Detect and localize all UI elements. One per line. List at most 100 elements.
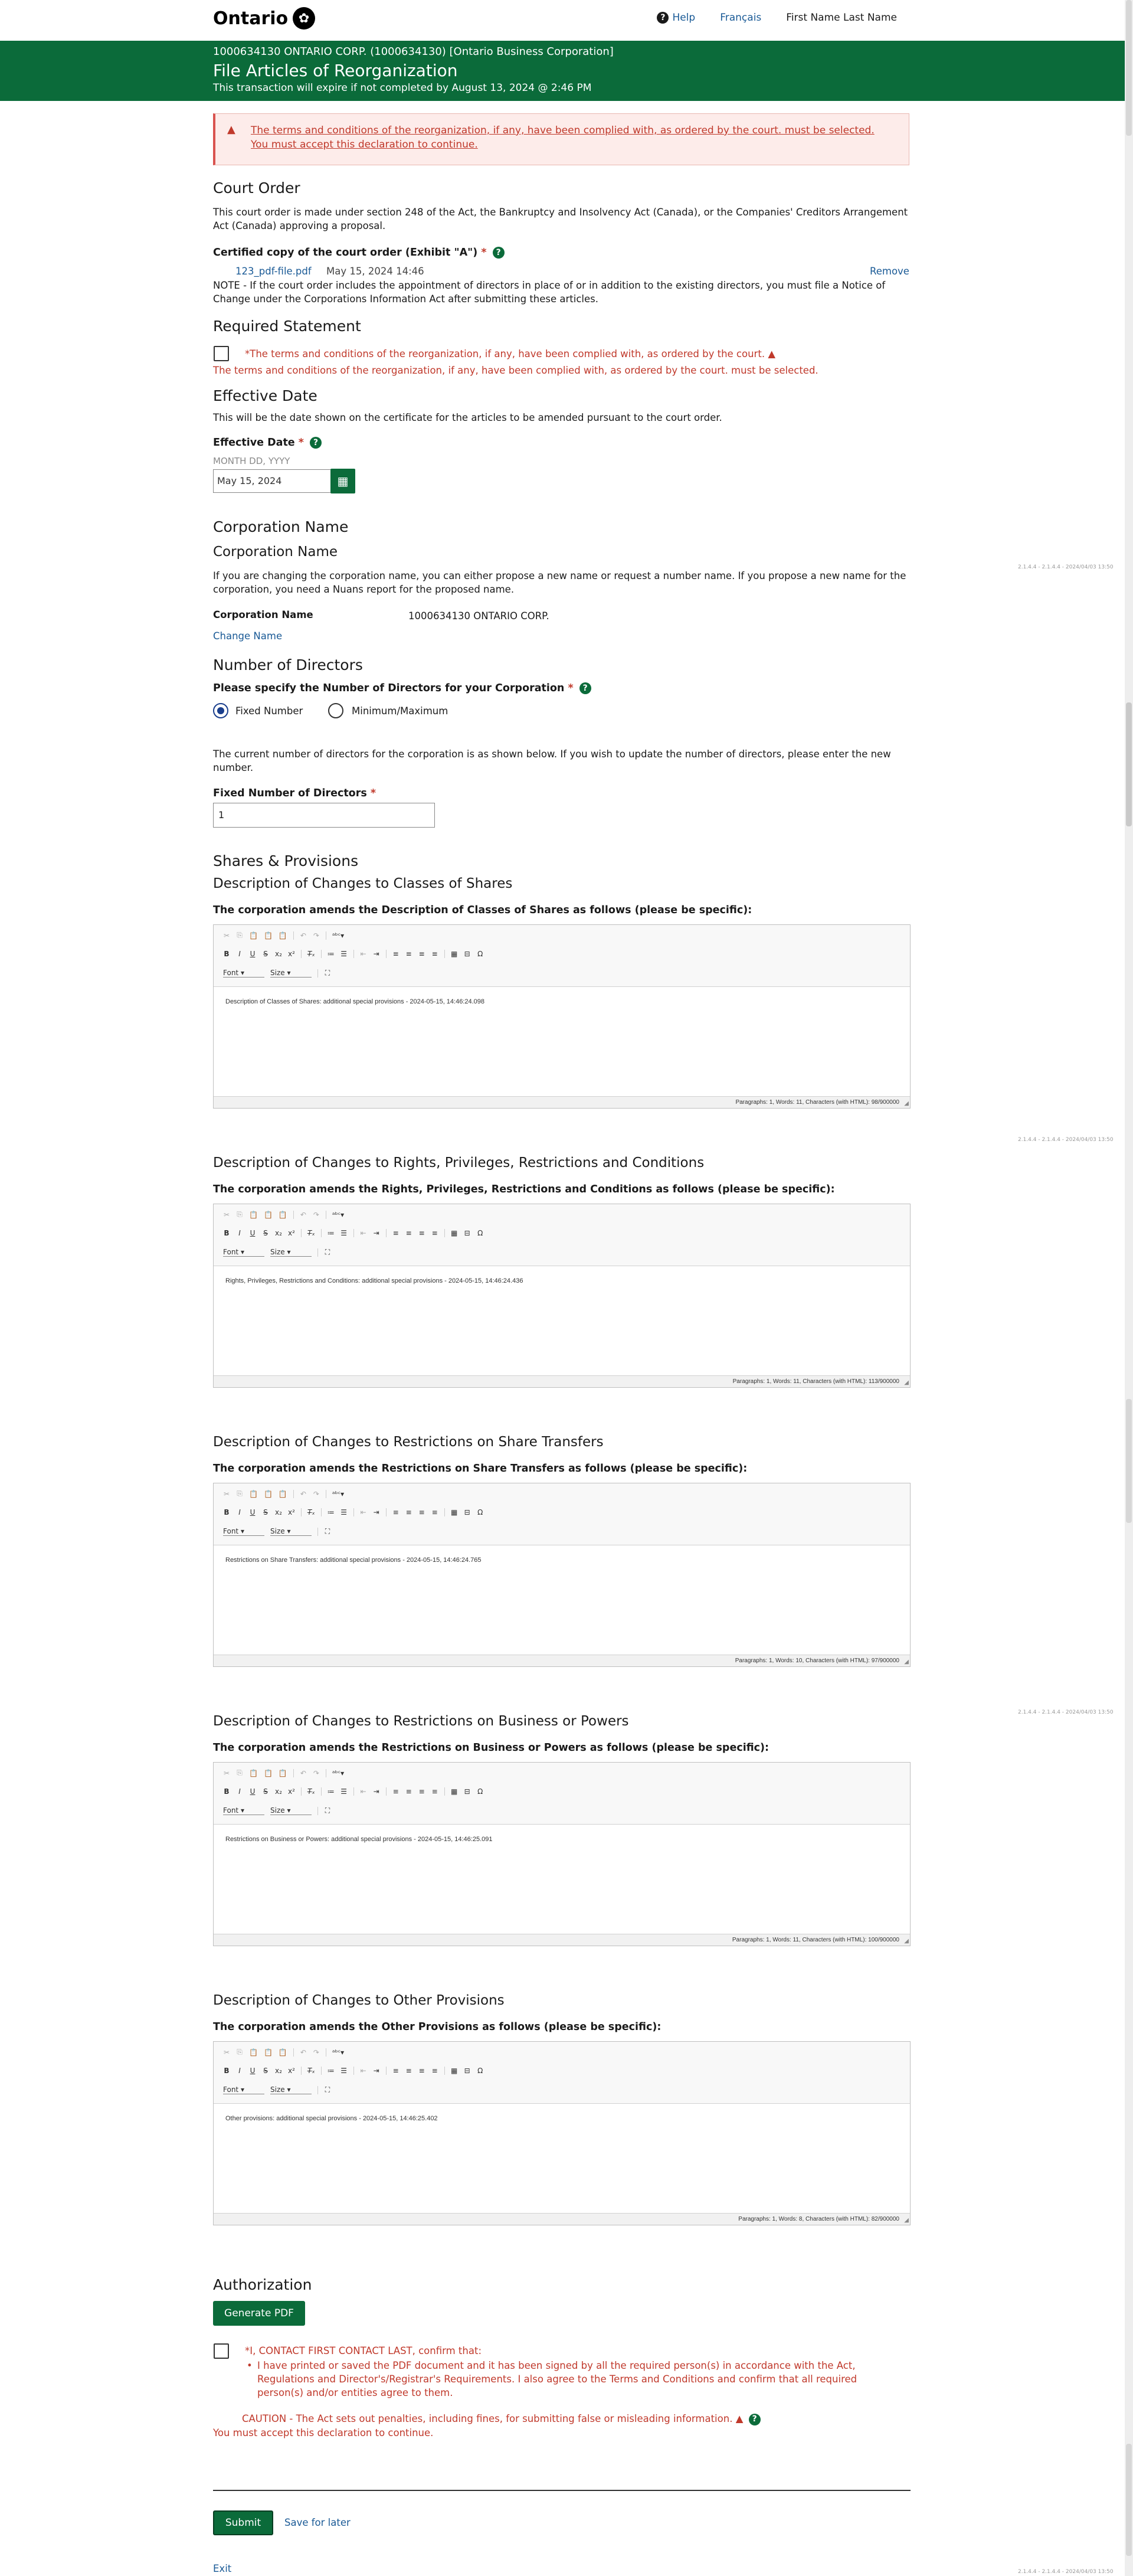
- spellcheck-icon[interactable]: ᵃᵇᶜ▾: [332, 931, 344, 940]
- font-dropdown[interactable]: Font ▾: [223, 1806, 264, 1815]
- copy-icon[interactable]: ⎘: [236, 1489, 243, 1498]
- align-justify-icon[interactable]: ≡: [431, 950, 438, 958]
- italic-icon[interactable]: I: [236, 1229, 243, 1237]
- resize-grip-icon[interactable]: ◢: [904, 2217, 909, 2224]
- special-char-icon[interactable]: Ω: [477, 1787, 484, 1796]
- help-icon[interactable]: ?: [492, 247, 505, 259]
- help-icon[interactable]: ?: [579, 682, 591, 694]
- align-left-icon[interactable]: ≡: [392, 1508, 400, 1516]
- generate-pdf-button[interactable]: Generate PDF: [213, 2301, 305, 2326]
- clear-format-icon[interactable]: T̶ₓ: [307, 1508, 315, 1516]
- size-dropdown[interactable]: Size ▾: [270, 2085, 312, 2094]
- align-right-icon[interactable]: ≡: [418, 950, 425, 958]
- redo-icon[interactable]: ↷: [313, 1490, 320, 1498]
- editor-content[interactable]: Restrictions on Share Transfers: additio…: [225, 1557, 482, 1564]
- paste-text-icon[interactable]: 📋: [264, 1490, 273, 1498]
- italic-icon[interactable]: I: [236, 1508, 243, 1516]
- effective-date-input[interactable]: May 15, 2024: [213, 469, 331, 493]
- table-icon[interactable]: ▦: [451, 1787, 458, 1796]
- exit-link[interactable]: Exit: [213, 2562, 231, 2575]
- user-name[interactable]: First Name Last Name: [786, 12, 897, 24]
- indent-icon[interactable]: ⇥: [373, 2067, 380, 2075]
- align-left-icon[interactable]: ≡: [392, 2067, 400, 2075]
- superscript-icon[interactable]: x²: [288, 1229, 295, 1237]
- horizontal-line-icon[interactable]: ⊟: [464, 1787, 471, 1796]
- italic-icon[interactable]: I: [236, 950, 243, 958]
- alert-error-link[interactable]: The terms and conditions of the reorgani…: [251, 125, 875, 136]
- spellcheck-icon[interactable]: ᵃᵇᶜ▾: [332, 2048, 344, 2057]
- paste-icon[interactable]: 📋: [249, 1211, 258, 1219]
- outdent-icon[interactable]: ⇤: [360, 2067, 367, 2075]
- numbered-list-icon[interactable]: ≔: [328, 1229, 335, 1237]
- subscript-icon[interactable]: x₂: [275, 1787, 282, 1796]
- special-char-icon[interactable]: Ω: [477, 950, 484, 958]
- fixed-directors-input[interactable]: 1: [213, 803, 435, 828]
- font-dropdown[interactable]: Font ▾: [223, 1248, 264, 1257]
- superscript-icon[interactable]: x²: [288, 950, 295, 958]
- cut-icon[interactable]: ✂: [223, 1211, 230, 1219]
- copy-icon[interactable]: ⎘: [236, 931, 243, 940]
- strikethrough-icon[interactable]: S: [262, 1508, 269, 1516]
- spellcheck-icon[interactable]: ᵃᵇᶜ▾: [332, 1490, 344, 1498]
- bulleted-list-icon[interactable]: ☰: [340, 950, 348, 958]
- maximize-icon[interactable]: ⛶: [324, 969, 331, 978]
- copy-icon[interactable]: ⎘: [236, 2048, 243, 2057]
- help-icon[interactable]: ?: [748, 2413, 761, 2425]
- maximize-icon[interactable]: ⛶: [324, 2085, 331, 2094]
- file-link[interactable]: 123_pdf-file.pdf: [235, 264, 312, 278]
- ontario-logo[interactable]: Ontario ✿: [213, 7, 316, 30]
- paste-icon[interactable]: 📋: [249, 1769, 258, 1777]
- align-right-icon[interactable]: ≡: [418, 2067, 425, 2075]
- rich-text-editor[interactable]: ✂ ⎘ 📋 📋 📋 ↶ ↷ ᵃᵇᶜ▾ B I U Sx₂ x² T̶ₓ ≔ ☰ ⇤ ⇥ ≡ ≡ ≡ ≡ ▦ ⊟ Ω Font ▾ S…: [213, 1483, 911, 1667]
- reorganization-checkbox[interactable]: [214, 346, 229, 361]
- redo-icon[interactable]: ↷: [313, 931, 320, 940]
- size-dropdown[interactable]: Size ▾: [270, 1806, 312, 1815]
- scrollbar-thumb[interactable]: [1126, 702, 1132, 826]
- table-icon[interactable]: ▦: [451, 1229, 458, 1237]
- cut-icon[interactable]: ✂: [223, 931, 230, 940]
- language-link[interactable]: Français: [720, 12, 761, 24]
- horizontal-line-icon[interactable]: ⊟: [464, 1229, 471, 1237]
- rich-text-editor[interactable]: ✂ ⎘ 📋 📋 📋 ↶ ↷ ᵃᵇᶜ▾ B I U Sx₂ x² T̶ₓ ≔ ☰ ⇤ ⇥ ≡ ≡ ≡ ≡ ▦ ⊟ Ω Font ▾ S…: [213, 2041, 911, 2225]
- strikethrough-icon[interactable]: S: [262, 950, 269, 958]
- submit-button[interactable]: Submit: [213, 2510, 273, 2535]
- underline-icon[interactable]: U: [249, 1787, 256, 1796]
- maximize-icon[interactable]: ⛶: [324, 1806, 331, 1815]
- paste-word-icon[interactable]: 📋: [279, 1490, 287, 1498]
- outdent-icon[interactable]: ⇤: [360, 1229, 367, 1237]
- numbered-list-icon[interactable]: ≔: [328, 1508, 335, 1516]
- resize-grip-icon[interactable]: ◢: [904, 1100, 909, 1107]
- clear-format-icon[interactable]: T̶ₓ: [307, 1229, 315, 1237]
- horizontal-line-icon[interactable]: ⊟: [464, 2067, 471, 2075]
- paste-text-icon[interactable]: 📋: [264, 1769, 273, 1777]
- undo-icon[interactable]: ↶: [300, 931, 307, 940]
- copy-icon[interactable]: ⎘: [236, 1768, 243, 1777]
- copy-icon[interactable]: ⎘: [236, 1210, 243, 1219]
- font-dropdown[interactable]: Font ▾: [223, 969, 264, 978]
- rich-text-editor[interactable]: ✂ ⎘ 📋 📋 📋 ↶ ↷ ᵃᵇᶜ▾ B I U Sx₂ x² T̶ₓ ≔ ☰ ⇤ ⇥ ≡ ≡ ≡ ≡ ▦ ⊟ Ω Font ▾ S…: [213, 1204, 911, 1388]
- align-center-icon[interactable]: ≡: [405, 1787, 412, 1796]
- paste-text-icon[interactable]: 📋: [264, 2048, 273, 2057]
- resize-grip-icon[interactable]: ◢: [904, 1938, 909, 1944]
- spellcheck-icon[interactable]: ᵃᵇᶜ▾: [332, 1769, 344, 1777]
- paste-word-icon[interactable]: 📋: [279, 931, 287, 940]
- size-dropdown[interactable]: Size ▾: [270, 1248, 312, 1257]
- cut-icon[interactable]: ✂: [223, 1769, 230, 1777]
- undo-icon[interactable]: ↶: [300, 1211, 307, 1219]
- outdent-icon[interactable]: ⇤: [360, 1508, 367, 1516]
- undo-icon[interactable]: ↶: [300, 1769, 307, 1777]
- bulleted-list-icon[interactable]: ☰: [340, 1229, 348, 1237]
- numbered-list-icon[interactable]: ≔: [328, 950, 335, 958]
- cut-icon[interactable]: ✂: [223, 2048, 230, 2057]
- numbered-list-icon[interactable]: ≔: [328, 1787, 335, 1796]
- editor-content[interactable]: Restrictions on Business or Powers: addi…: [225, 1836, 492, 1843]
- align-right-icon[interactable]: ≡: [418, 1787, 425, 1796]
- paste-word-icon[interactable]: 📋: [279, 2048, 287, 2057]
- clear-format-icon[interactable]: T̶ₓ: [307, 1787, 315, 1796]
- align-center-icon[interactable]: ≡: [405, 1229, 412, 1237]
- editor-content[interactable]: Other provisions: additional special pro…: [225, 2115, 438, 2122]
- subscript-icon[interactable]: x₂: [275, 1229, 282, 1237]
- authorization-checkbox[interactable]: [214, 2343, 229, 2359]
- help-icon[interactable]: ?: [310, 437, 322, 449]
- bold-icon[interactable]: B: [223, 1508, 230, 1516]
